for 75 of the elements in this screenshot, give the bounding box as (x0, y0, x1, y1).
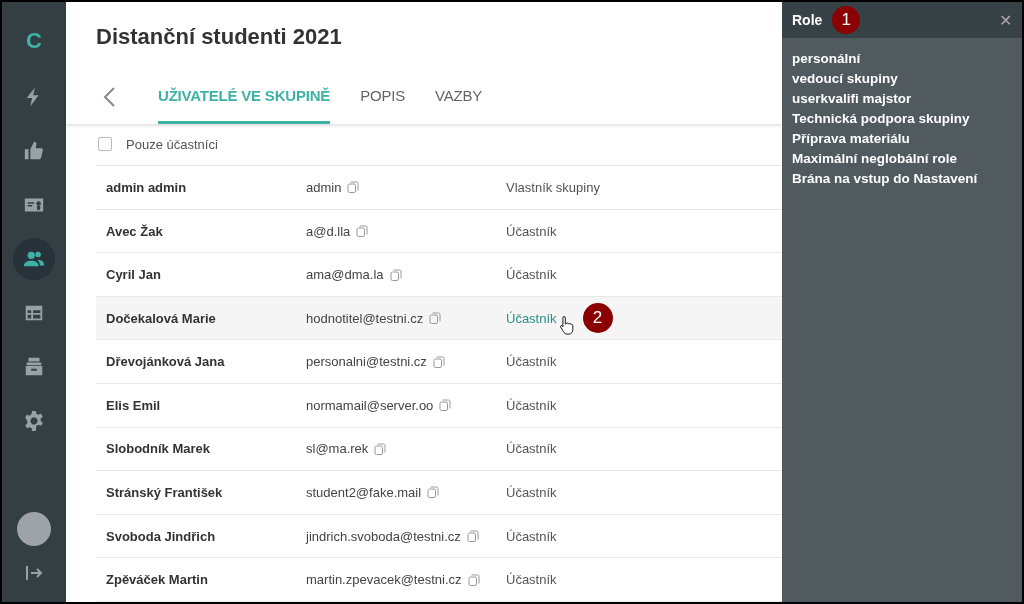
copy-icon[interactable] (439, 399, 452, 412)
table-row[interactable]: Dočekalová Marie hodnotitel@testni.cz Účastník 2 (96, 296, 782, 341)
avatar[interactable] (17, 512, 51, 546)
user-role[interactable]: Účastník (506, 223, 557, 239)
user-email: student2@fake.mail (306, 485, 422, 500)
role-item: vedoucí skupiny (792, 70, 899, 88)
checkbox-label[interactable]: Pouze účastníci (126, 136, 218, 152)
logo[interactable]: C (26, 28, 42, 66)
user-role[interactable]: Účastník (506, 354, 557, 370)
user-role[interactable]: Účastník (506, 528, 557, 544)
copy-icon[interactable] (429, 312, 442, 325)
back-icon[interactable] (102, 85, 116, 108)
user-email: martin.zpevacek@testni.cz (306, 572, 462, 588)
hand-cursor-icon (558, 315, 575, 336)
user-email: jindrich.svoboda@testni.cz (306, 528, 461, 544)
copy-icon[interactable] (427, 486, 440, 499)
user-role[interactable]: Účastník (506, 397, 557, 413)
user-email: a@d.lla (306, 223, 351, 239)
copy-icon[interactable] (467, 573, 480, 586)
user-email: personalni@testni.cz (306, 354, 427, 370)
role-item: Příprava materiálu (792, 130, 911, 148)
copy-icon[interactable] (432, 355, 445, 368)
user-email: hodnotitel@testni.cz (306, 310, 424, 326)
nav-button[interactable] (13, 238, 55, 280)
user-name: Dřevojánková Jana (105, 354, 226, 370)
role-item: Technická podpora skupiny (792, 110, 971, 128)
role-item: Brána na vstup do Nastavení (792, 170, 979, 188)
step-badge: 1 (832, 6, 861, 34)
user-name: Dočekalová Marie (105, 310, 217, 326)
page-title: Distanční studenti 2021 (95, 23, 343, 51)
role-item: userkvalifi majstor (792, 90, 913, 108)
table-row[interactable]: Elis Emil normamail@server.oo Účastník (96, 384, 782, 428)
user-role[interactable]: Vlastník skupiny (506, 179, 600, 195)
table-row[interactable]: Svoboda Jindřich jindrich.svoboda@testni.cz Účastník (96, 514, 782, 559)
user-name: admin admin (105, 179, 188, 195)
step-badge: 2 (582, 303, 613, 334)
table-row[interactable]: Slobodník Marek sl@ma.rek Účastník (96, 427, 782, 472)
user-email: admin (306, 179, 342, 195)
table-row[interactable]: Avec Žak a@d.lla Účastník (96, 209, 782, 254)
copy-icon[interactable] (466, 530, 479, 543)
user-name: Elis Emil (105, 397, 162, 413)
user-name: Cyril Jan (105, 267, 162, 283)
logout-icon[interactable] (25, 564, 43, 582)
table-row[interactable]: Dřevojánková Jana personalni@testni.cz Účastník (96, 340, 782, 385)
copy-icon[interactable] (356, 225, 369, 237)
thumb-icon (23, 140, 45, 162)
user-role[interactable]: Účastník (506, 267, 557, 283)
user-email: ama@dma.la (306, 267, 384, 283)
tab[interactable]: VAZBY (435, 69, 483, 124)
user-email: normamail@server.oo (306, 397, 434, 413)
copy-icon[interactable] (347, 181, 360, 194)
copy-icon[interactable] (389, 268, 402, 281)
table-row[interactable]: Zpěváček Martin martin.zpevacek@testni.cz Účastník (96, 558, 782, 602)
user-email: sl@ma.rek (306, 441, 369, 457)
user-role[interactable]: Účastník (506, 441, 557, 457)
copy-icon[interactable] (374, 442, 387, 455)
user-role[interactable]: Účastník (506, 572, 557, 588)
gear-icon (23, 410, 45, 432)
archive-icon (23, 356, 45, 378)
user-name: Slobodník Marek (105, 441, 212, 457)
panel-title: Role (792, 12, 823, 28)
tab[interactable]: POPIS (360, 69, 405, 124)
role-item: personální (792, 50, 862, 68)
user-role[interactable]: Účastník (506, 485, 557, 500)
user-name: Stránský František (105, 485, 224, 500)
user-name: Avec Žak (105, 223, 164, 239)
checkbox[interactable] (98, 137, 112, 152)
user-role[interactable]: Účastník (506, 310, 557, 326)
role-item: Maximální neglobální role (792, 150, 959, 168)
close-button[interactable]: ✕ (999, 10, 1012, 30)
table-row[interactable]: admin admin admin Vlastník skupiny (96, 166, 782, 210)
user-name: Zpěváček Martin (105, 572, 209, 588)
user-name: Svoboda Jindřich (105, 528, 217, 544)
table-row[interactable]: Stránský František student2@fake.mail Účastník (96, 471, 782, 515)
table-row[interactable]: Cyril Jan ama@dma.la Účastník (96, 253, 782, 297)
